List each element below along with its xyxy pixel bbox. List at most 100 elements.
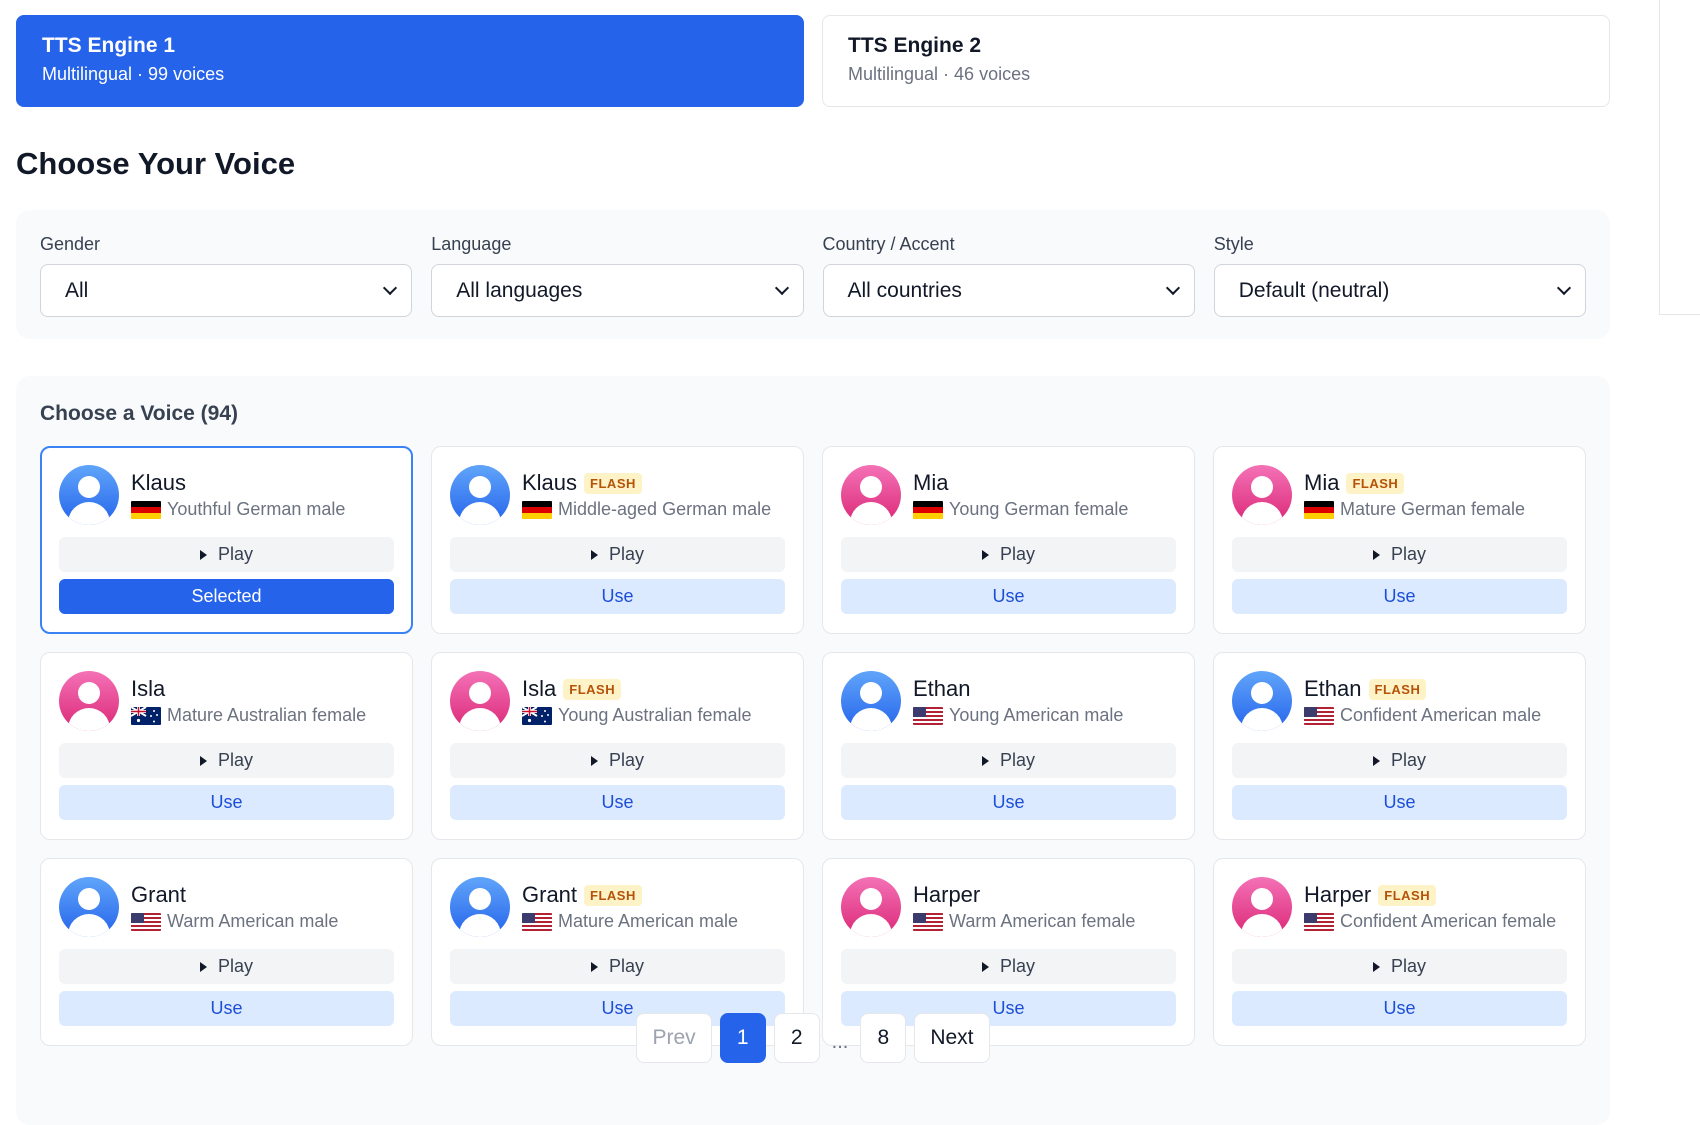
play-button[interactable]: Play: [59, 537, 394, 572]
voice-card[interactable]: Klaus Youthful German male Play Selected: [40, 446, 413, 634]
voice-desc-row: Middle-aged German male: [522, 499, 785, 520]
voice-desc-row: Mature Australian female: [131, 705, 394, 726]
use-button[interactable]: Use: [841, 579, 1176, 614]
voice-card[interactable]: Ethan Young American male Play Use: [822, 652, 1195, 840]
page-button-1[interactable]: 1: [719, 1013, 766, 1063]
voice-card[interactable]: Ethan FLASH Confident American male Play…: [1213, 652, 1586, 840]
usa-flag-icon: [1304, 706, 1334, 725]
page-button-2[interactable]: 2: [773, 1013, 820, 1063]
flash-badge: FLASH: [1368, 678, 1427, 700]
male-avatar-icon: [59, 465, 119, 525]
engine-subtitle: Multilingual · 46 voices: [848, 64, 1031, 84]
play-button[interactable]: Play: [59, 743, 394, 778]
voice-name-row: Klaus FLASH: [522, 470, 785, 496]
use-button[interactable]: Use: [450, 785, 785, 820]
voice-description: Young American male: [949, 705, 1124, 725]
play-button[interactable]: Play: [1232, 537, 1567, 572]
male-avatar-icon: [450, 465, 510, 525]
play-button[interactable]: Play: [841, 949, 1176, 984]
voice-description: Confident American female: [1340, 911, 1557, 931]
use-button[interactable]: Use: [1232, 785, 1567, 820]
voice-card-header: Isla Mature Australian female: [59, 671, 394, 731]
play-button[interactable]: Play: [841, 537, 1176, 572]
prev-page-button[interactable]: Prev: [636, 1013, 712, 1063]
voice-card[interactable]: Mia Young German female Play Use: [822, 446, 1195, 634]
voice-name: Klaus: [131, 470, 187, 495]
usa-flag-icon: [522, 912, 552, 931]
use-button[interactable]: Use: [59, 785, 394, 820]
voice-description: Middle-aged German male: [558, 499, 772, 519]
voice-info: Ethan Young American male: [913, 676, 1176, 726]
voice-name-row: Ethan: [913, 676, 1176, 702]
female-avatar-icon: [1232, 465, 1292, 525]
flash-badge: FLASH: [1378, 884, 1437, 906]
play-button[interactable]: Play: [450, 743, 785, 778]
voice-desc-row: Young German female: [913, 499, 1176, 520]
language-select[interactable]: All languages: [431, 264, 804, 317]
select-value: All countries: [847, 278, 962, 302]
style-select[interactable]: Default (neutral): [1213, 264, 1586, 317]
filter-label: Style: [1213, 234, 1254, 254]
voice-list-section: Choose a Voice (94) Klaus Youthful Germa…: [16, 376, 1610, 1125]
page-button-8[interactable]: 8: [860, 1013, 907, 1063]
voice-name-row: Harper FLASH: [1304, 882, 1567, 908]
voice-info: Harper Warm American female: [913, 882, 1176, 932]
play-button[interactable]: Play: [1232, 743, 1567, 778]
voice-desc-row: Confident American male: [1304, 705, 1567, 726]
pagination-ellipsis: ...: [831, 1030, 849, 1053]
play-button[interactable]: Play: [450, 537, 785, 572]
voice-name-row: Mia FLASH: [1304, 470, 1567, 496]
voice-desc-row: Mature American male: [522, 911, 785, 932]
female-avatar-icon: [841, 465, 901, 525]
germany-flag-icon: [913, 500, 943, 519]
play-icon: [1372, 549, 1380, 560]
engine-title: TTS Engine 2: [848, 34, 982, 57]
play-icon: [981, 755, 989, 766]
style-filter: Style Default (neutral): [1213, 234, 1586, 339]
gender-select[interactable]: All: [40, 264, 413, 317]
page-title: Choose Your Voice: [16, 146, 296, 181]
voice-description: Mature German female: [1340, 499, 1526, 519]
use-button[interactable]: Use: [841, 785, 1176, 820]
usa-flag-icon: [1304, 912, 1334, 931]
usa-flag-icon: [913, 706, 943, 725]
next-page-button[interactable]: Next: [914, 1013, 990, 1063]
play-label: Play: [217, 544, 253, 564]
use-button[interactable]: Use: [1232, 579, 1567, 614]
filter-label: Country / Accent: [822, 234, 955, 254]
male-avatar-icon: [450, 877, 510, 937]
voice-desc-row: Confident American female: [1304, 911, 1567, 932]
voice-name: Isla: [522, 676, 557, 701]
voice-description: Young German female: [949, 499, 1129, 519]
voice-description: Young Australian female: [558, 705, 752, 725]
play-button[interactable]: Play: [450, 949, 785, 984]
voice-card-header: Klaus FLASH Middle-aged German male: [450, 465, 785, 525]
voice-name-row: Grant FLASH: [522, 882, 785, 908]
country-select[interactable]: All countries: [822, 264, 1195, 317]
engine-card-2[interactable]: TTS Engine 2 Multilingual · 46 voices: [822, 15, 1610, 107]
female-avatar-icon: [1232, 877, 1292, 937]
flash-badge: FLASH: [1346, 472, 1405, 494]
voice-info: Ethan FLASH Confident American male: [1304, 676, 1567, 726]
voice-name: Grant: [522, 882, 578, 907]
voice-card[interactable]: Klaus FLASH Middle-aged German male Play…: [431, 446, 804, 634]
play-button[interactable]: Play: [1232, 949, 1567, 984]
chevron-down-icon: [774, 280, 789, 296]
use-button[interactable]: Use: [450, 579, 785, 614]
selected-button[interactable]: Selected: [59, 579, 394, 614]
voice-info: Klaus Youthful German male: [131, 470, 394, 520]
play-icon: [199, 549, 207, 560]
voice-card[interactable]: Mia FLASH Mature German female Play Use: [1213, 446, 1586, 634]
play-label: Play: [1390, 750, 1426, 770]
play-button[interactable]: Play: [59, 949, 394, 984]
play-button[interactable]: Play: [841, 743, 1176, 778]
voice-description: Confident American male: [1340, 705, 1542, 725]
play-label: Play: [1390, 956, 1426, 976]
chevron-down-icon: [383, 280, 398, 296]
voice-description: Youthful German male: [167, 499, 346, 519]
play-icon: [590, 755, 598, 766]
play-label: Play: [999, 956, 1035, 976]
voice-card[interactable]: Isla FLASH Young Australian female Play …: [431, 652, 804, 840]
voice-card[interactable]: Isla Mature Australian female Play Use: [40, 652, 413, 840]
engine-card-1[interactable]: TTS Engine 1 Multilingual · 99 voices: [16, 15, 804, 107]
